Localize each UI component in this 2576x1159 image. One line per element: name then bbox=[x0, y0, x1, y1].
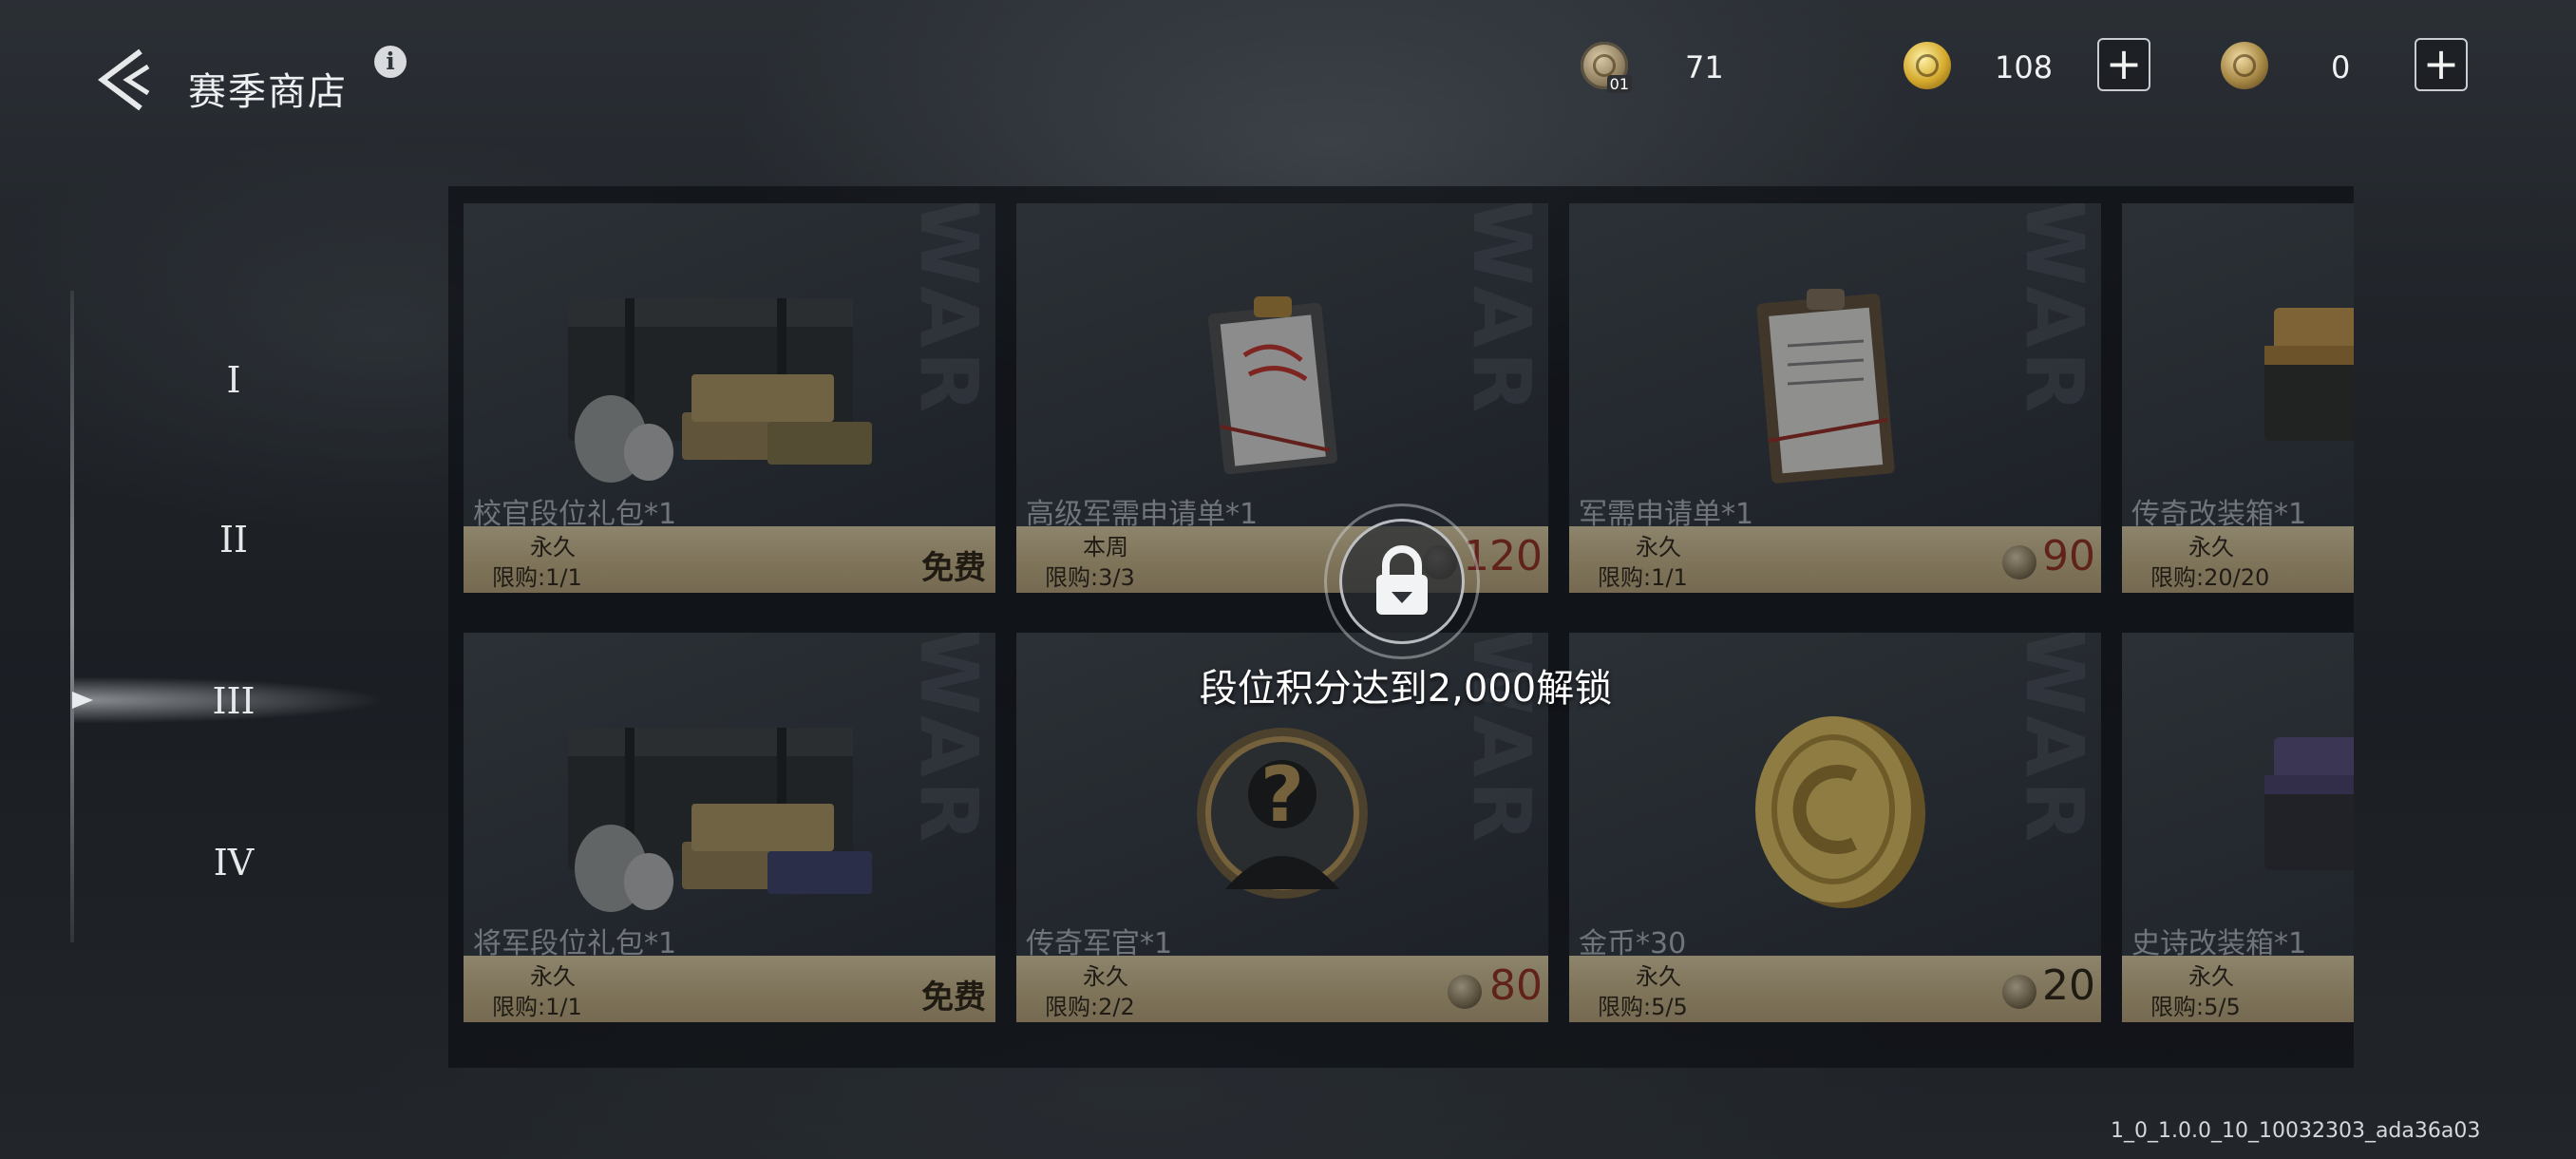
page-title: 赛季商店 bbox=[188, 70, 348, 114]
add-c-coin-button[interactable]: + bbox=[2415, 38, 2468, 91]
add-gold-button[interactable]: + bbox=[2097, 38, 2150, 91]
tier-tab-1[interactable]: I bbox=[177, 359, 291, 401]
season-token-value: 71 bbox=[1685, 49, 1724, 86]
gold-coin-value: 108 bbox=[1995, 49, 2054, 86]
unlock-requirement-text: 段位积分达到2,000解锁 bbox=[1199, 667, 1613, 711]
c-coin-icon bbox=[2221, 42, 2268, 89]
lock-icon bbox=[1339, 519, 1465, 644]
tier-rail bbox=[70, 291, 74, 942]
gold-coin-icon bbox=[1904, 42, 1951, 89]
build-version: 1_0_1.0.0_10_10032303_ada36a03 bbox=[2111, 1119, 2481, 1143]
info-icon[interactable]: i bbox=[374, 46, 407, 78]
tier-tab-3[interactable]: III bbox=[177, 680, 291, 722]
season-token-badge: 01 bbox=[1606, 75, 1632, 93]
c-coin-value: 0 bbox=[2331, 49, 2351, 86]
tier-tab-2[interactable]: II bbox=[177, 519, 291, 560]
tier-marker-icon bbox=[72, 692, 93, 709]
season-token-icon: 01 bbox=[1581, 42, 1632, 93]
tier-tab-4[interactable]: IV bbox=[177, 842, 291, 884]
back-arrow-icon[interactable] bbox=[93, 46, 154, 114]
